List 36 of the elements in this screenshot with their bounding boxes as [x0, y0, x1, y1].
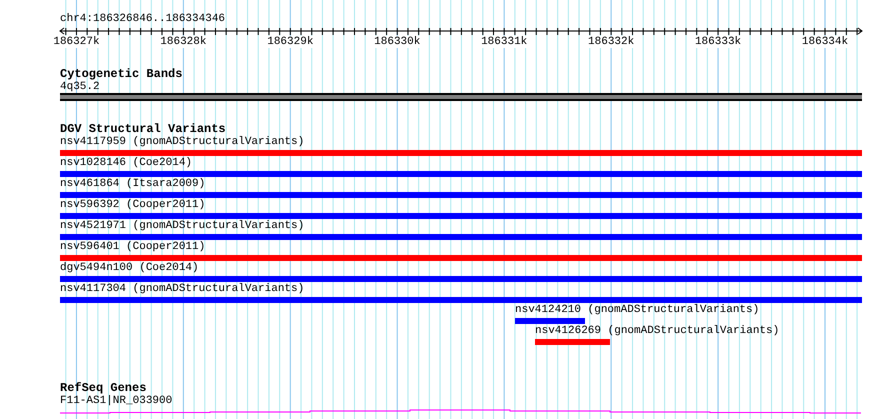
ruler-tick-label: 186334k [800, 36, 850, 48]
variant-bar[interactable] [60, 171, 862, 177]
variant-bar[interactable] [535, 339, 610, 345]
feature-label: nsv596392 (Cooper2011) [60, 199, 206, 212]
feature-label: dgv5494n100 (Coe2014) [60, 262, 199, 275]
band-label: 4q35.2 [60, 81, 100, 93]
ruler-tick-label: 186333k [694, 36, 742, 48]
track-title: DGV Structural Variants [60, 123, 226, 136]
gene-label: F11-AS1|NR_033900 [60, 395, 172, 407]
feature-label: nsv596401 (Cooper2011) [60, 241, 206, 254]
variant-bar[interactable] [60, 213, 862, 219]
ruler-tick-label: 186327k [52, 36, 101, 48]
feature-label: nsv4126269 (gnomADStructuralVariants) [535, 325, 780, 338]
ruler-tick-label: 186332k [587, 36, 636, 48]
variant-bar[interactable] [515, 318, 585, 324]
chromosome-band[interactable] [60, 93, 862, 101]
feature-label: nsv4117959 (gnomADStructuralVariants) [60, 136, 304, 149]
region-label: chr4:186326846..186334346 [60, 13, 226, 26]
ruler-tick-label: 186329k [266, 36, 314, 48]
feature-label: nsv4521971 (gnomADStructuralVariants) [60, 220, 304, 233]
feature-label: nsv461864 (Itsara2009) [60, 178, 206, 191]
track-title: Cytogenetic Bands [60, 68, 182, 81]
variant-bar[interactable] [60, 150, 862, 156]
variant-bar[interactable] [60, 192, 862, 198]
feature-label: nsv1028146 (Coe2014) [60, 157, 192, 170]
feature-label: nsv4117304 (gnomADStructuralVariants) [60, 283, 304, 296]
variant-bar[interactable] [60, 255, 862, 261]
gene-line[interactable] [60, 410, 861, 414]
variant-bar[interactable] [60, 297, 862, 303]
feature-label: nsv4124210 (gnomADStructuralVariants) [515, 304, 760, 317]
ruler-tick-label: 186331k [480, 36, 528, 48]
ruler-tick-label: 186330k [373, 36, 422, 48]
track-title: RefSeq Genes [60, 382, 146, 395]
ruler-tick-label: 186328k [159, 36, 208, 48]
variant-bar[interactable] [60, 276, 862, 282]
variant-bar[interactable] [60, 234, 862, 240]
